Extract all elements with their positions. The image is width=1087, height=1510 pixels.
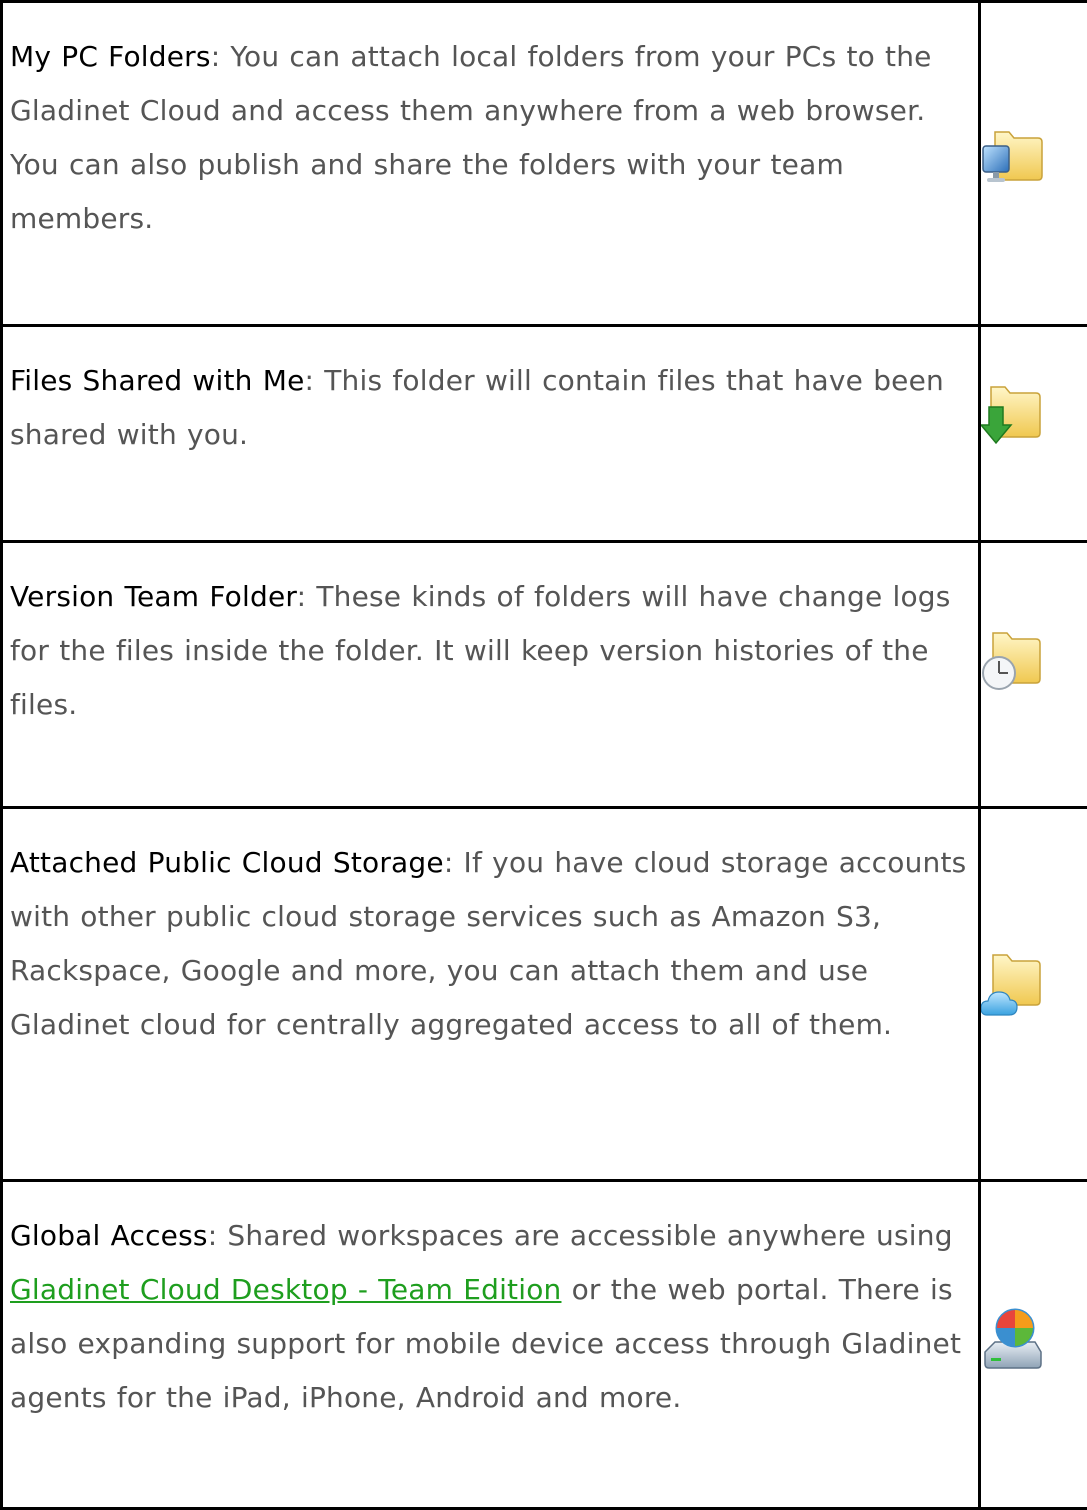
feature-row-my-pc-folders: My PC Folders: You can attach local fold… [2, 2, 1087, 326]
drive-with-globe-icon [981, 1302, 1045, 1382]
feature-row-attached-public-cloud-storage: Attached Public Cloud Storage: If you ha… [2, 808, 1087, 1181]
gladinet-cloud-desktop-link[interactable]: Gladinet Cloud Desktop - Team Edition [10, 1273, 561, 1306]
feature-row-files-shared-with-me: Files Shared with Me: This folder will c… [2, 326, 1087, 542]
folder-with-download-arrow-icon [981, 377, 1045, 457]
feature-term: Attached Public Cloud Storage [10, 846, 444, 879]
feature-row-version-team-folder: Version Team Folder: These kinds of fold… [2, 542, 1087, 808]
feature-description-cell: Version Team Folder: These kinds of fold… [2, 542, 980, 808]
feature-icon-cell [980, 542, 1087, 808]
feature-term: Files Shared with Me [10, 364, 305, 397]
folder-with-cloud-icon [981, 949, 1045, 1029]
folder-with-computer-icon [981, 118, 1045, 198]
folder-with-clock-icon [981, 623, 1045, 703]
features-table: My PC Folders: You can attach local fold… [0, 0, 1087, 1510]
feature-icon-cell [980, 808, 1087, 1181]
feature-description-cell: Files Shared with Me: This folder will c… [2, 326, 980, 542]
feature-row-global-access: Global Access: Shared workspaces are acc… [2, 1181, 1087, 1509]
feature-description-cell: Attached Public Cloud Storage: If you ha… [2, 808, 980, 1181]
feature-description-cell: Global Access: Shared workspaces are acc… [2, 1181, 980, 1509]
feature-description-before: : Shared workspaces are accessible anywh… [208, 1219, 953, 1252]
feature-term: My PC Folders [10, 40, 211, 73]
feature-description-cell: My PC Folders: You can attach local fold… [2, 2, 980, 326]
feature-icon-cell [980, 2, 1087, 326]
feature-icon-cell [980, 1181, 1087, 1509]
feature-icon-cell [980, 326, 1087, 542]
feature-term: Version Team Folder [10, 580, 297, 613]
feature-term: Global Access [10, 1219, 208, 1252]
